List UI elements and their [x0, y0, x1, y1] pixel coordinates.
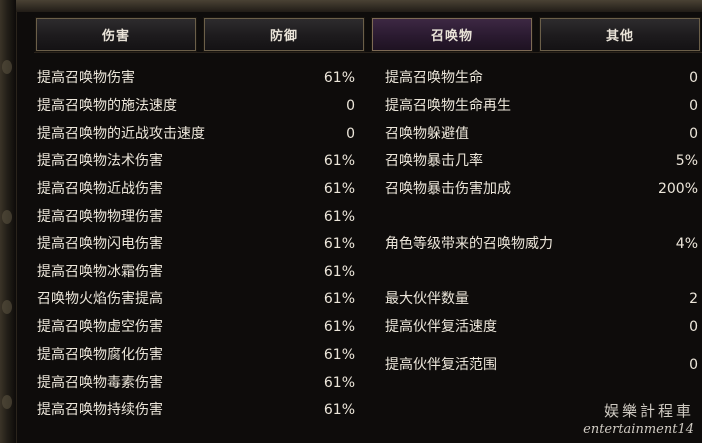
tab-other[interactable]: 其他: [539, 17, 701, 52]
tab-defense[interactable]: 防御: [203, 17, 365, 52]
stat-row: 召唤物火焰伤害提高 61%: [37, 288, 355, 310]
stat-row: 提高召唤物虚空伤害 61%: [37, 316, 355, 338]
stat-value: 4%: [675, 236, 698, 252]
stat-row: 提高召唤物的近战攻击速度 0: [37, 123, 355, 145]
stat-row: 提高召唤物生命再生 0: [385, 95, 698, 117]
stat-value: 61%: [323, 181, 355, 197]
stat-row: 召唤物暴击几率 5%: [385, 150, 698, 172]
stat-row: 最大伙伴数量 2: [385, 288, 698, 310]
stat-value: 0: [689, 70, 698, 86]
stat-value: 61%: [323, 319, 355, 335]
frame-ornament: [2, 300, 12, 314]
stat-label: 提高伙伴复活速度: [385, 319, 497, 335]
stat-value: 61%: [323, 70, 355, 86]
stat-label: 提高召唤物物理伤害: [37, 209, 163, 225]
stat-row: 提高召唤物生命 0: [385, 67, 698, 89]
stat-row: 提高召唤物腐化伤害 61%: [37, 344, 355, 366]
stat-value: 0: [689, 98, 698, 114]
stat-value: 0: [346, 98, 355, 114]
stat-value: 61%: [323, 264, 355, 280]
tab-minions[interactable]: 召唤物: [371, 17, 533, 52]
stat-value: 61%: [323, 375, 355, 391]
stat-value: 2: [689, 291, 698, 307]
frame-ornament: [2, 395, 12, 409]
stat-value: 61%: [323, 153, 355, 169]
left-frame-edge: [0, 0, 16, 443]
stat-label: 提高召唤物毒素伤害: [37, 375, 163, 391]
stat-row: 提高召唤物近战伤害 61%: [37, 178, 355, 200]
watermark-chinese: 娱樂計程車: [603, 402, 694, 420]
watermark: 娱樂計程車 entertainment14: [583, 400, 694, 437]
stat-label: 召唤物暴击几率: [385, 153, 483, 169]
stat-value: 0: [689, 319, 698, 335]
stat-label: 提高召唤物近战伤害: [37, 181, 163, 197]
frame-ornament: [2, 60, 12, 74]
stat-label: 提高召唤物虚空伤害: [37, 319, 163, 335]
stat-value: 61%: [323, 236, 355, 252]
stat-row: 提高召唤物闪电伤害 61%: [37, 233, 355, 255]
stat-row: 提高召唤物伤害 61%: [37, 67, 355, 89]
stat-row: 召唤物躲避值 0: [385, 123, 698, 145]
stat-value: 0: [346, 126, 355, 142]
stat-label: 提高召唤物伤害: [37, 70, 135, 86]
stat-row: 提高召唤物冰霜伤害 61%: [37, 261, 355, 283]
stat-value: 200%: [657, 181, 698, 197]
stat-value: 0: [689, 126, 698, 142]
stat-label: 角色等级带来的召唤物威力: [385, 236, 553, 252]
stat-value: 0: [689, 357, 698, 373]
stat-label: 提高召唤物的近战攻击速度: [37, 126, 205, 142]
stat-label: 提高召唤物腐化伤害: [37, 347, 163, 363]
stat-label: 提高召唤物持续伤害: [37, 402, 163, 418]
stat-value: 61%: [323, 291, 355, 307]
stat-value: 61%: [323, 402, 355, 418]
stat-label: 提高召唤物闪电伤害: [37, 236, 163, 252]
stat-row: 提高召唤物毒素伤害 61%: [37, 372, 355, 394]
stat-row: 提高召唤物的施法速度 0: [37, 95, 355, 117]
stat-label: 最大伙伴数量: [385, 291, 469, 307]
stat-value: 5%: [675, 153, 698, 169]
stat-label: 提高伙伴复活范围: [385, 357, 497, 373]
stat-label: 提高召唤物法术伤害: [37, 153, 163, 169]
stat-row: 提高召唤物物理伤害 61%: [37, 206, 355, 228]
stat-row: 提高伙伴复活范围 0: [385, 354, 698, 376]
tab-damage[interactable]: 伤害: [35, 17, 197, 52]
stat-row: 提高伙伴复活速度 0: [385, 316, 698, 338]
stat-row: 提高召唤物法术伤害 61%: [37, 150, 355, 172]
stat-label: 提高召唤物冰霜伤害: [37, 264, 163, 280]
stat-label: 召唤物火焰伤害提高: [37, 291, 163, 307]
stat-label: 提高召唤物生命再生: [385, 98, 511, 114]
stat-label: 召唤物躲避值: [385, 126, 469, 142]
tab-divider: [34, 52, 702, 53]
stat-label: 提高召唤物生命: [385, 70, 483, 86]
stat-value: 61%: [323, 347, 355, 363]
stat-label: 提高召唤物的施法速度: [37, 98, 177, 114]
stat-row: 角色等级带来的召唤物威力 4%: [385, 233, 698, 255]
frame-ornament: [2, 210, 12, 224]
stat-row: 提高召唤物持续伤害 61%: [37, 399, 355, 421]
stat-value: 61%: [323, 209, 355, 225]
stat-row: 召唤物暴击伤害加成 200%: [385, 178, 698, 200]
watermark-english: entertainment14: [583, 422, 694, 437]
stat-label: 召唤物暴击伤害加成: [385, 181, 511, 197]
